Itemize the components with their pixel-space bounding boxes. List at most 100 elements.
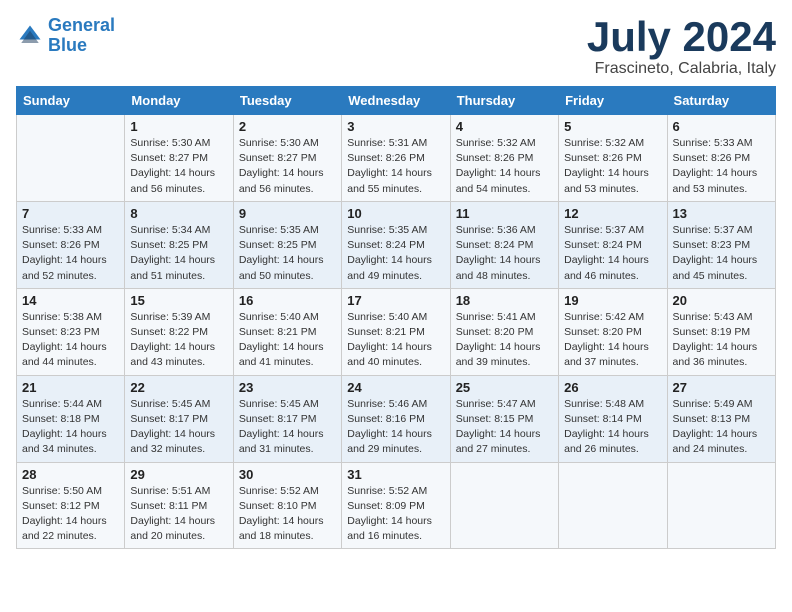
day-number: 18 — [456, 293, 553, 308]
calendar-cell: 7 Sunrise: 5:33 AM Sunset: 8:26 PM Daylig… — [17, 201, 125, 288]
calendar-week-row: 14 Sunrise: 5:38 AM Sunset: 8:23 PM Dayli… — [17, 288, 776, 375]
day-info: Sunrise: 5:49 AM Sunset: 8:13 PM Dayligh… — [673, 397, 770, 458]
day-info: Sunrise: 5:33 AM Sunset: 8:26 PM Dayligh… — [22, 223, 119, 284]
day-number: 6 — [673, 119, 770, 134]
day-number: 14 — [22, 293, 119, 308]
day-number: 2 — [239, 119, 336, 134]
day-number: 9 — [239, 206, 336, 221]
calendar-table: SundayMondayTuesdayWednesdayThursdayFrid… — [16, 86, 776, 549]
day-number: 13 — [673, 206, 770, 221]
day-number: 29 — [130, 467, 227, 482]
day-number: 24 — [347, 380, 444, 395]
calendar-cell: 10 Sunrise: 5:35 AM Sunset: 8:24 PM Dayli… — [342, 201, 450, 288]
calendar-cell: 31 Sunrise: 5:52 AM Sunset: 8:09 PM Dayli… — [342, 462, 450, 549]
weekday-header-cell: Tuesday — [233, 87, 341, 115]
day-info: Sunrise: 5:35 AM Sunset: 8:24 PM Dayligh… — [347, 223, 444, 284]
day-info: Sunrise: 5:44 AM Sunset: 8:18 PM Dayligh… — [22, 397, 119, 458]
calendar-cell: 5 Sunrise: 5:32 AM Sunset: 8:26 PM Daylig… — [559, 115, 667, 202]
day-info: Sunrise: 5:39 AM Sunset: 8:22 PM Dayligh… — [130, 310, 227, 371]
calendar-cell: 29Sunrise: 5:51 AM Sunset: 8:11 PM Dayli… — [125, 462, 233, 549]
day-info: Sunrise: 5:52 AM Sunset: 8:09 PM Dayligh… — [347, 484, 444, 545]
day-number: 10 — [347, 206, 444, 221]
day-number: 5 — [564, 119, 661, 134]
title-block: July 2024 Frascineto, Calabria, Italy — [587, 16, 776, 78]
weekday-header-cell: Saturday — [667, 87, 775, 115]
calendar-week-row: 1Sunrise: 5:30 AM Sunset: 8:27 PM Daylig… — [17, 115, 776, 202]
day-info: Sunrise: 5:52 AM Sunset: 8:10 PM Dayligh… — [239, 484, 336, 545]
day-info: Sunrise: 5:41 AM Sunset: 8:20 PM Dayligh… — [456, 310, 553, 371]
logo-line2: Blue — [48, 35, 87, 55]
day-number: 22 — [130, 380, 227, 395]
day-number: 30 — [239, 467, 336, 482]
logo: General Blue — [16, 16, 115, 56]
calendar-cell: 16 Sunrise: 5:40 AM Sunset: 8:21 PM Dayli… — [233, 288, 341, 375]
day-info: Sunrise: 5:32 AM Sunset: 8:26 PM Dayligh… — [564, 136, 661, 197]
calendar-cell: 18 Sunrise: 5:41 AM Sunset: 8:20 PM Dayli… — [450, 288, 558, 375]
day-info: Sunrise: 5:40 AM Sunset: 8:21 PM Dayligh… — [347, 310, 444, 371]
calendar-cell: 15 Sunrise: 5:39 AM Sunset: 8:22 PM Dayli… — [125, 288, 233, 375]
calendar-cell: 11Sunrise: 5:36 AM Sunset: 8:24 PM Dayli… — [450, 201, 558, 288]
calendar-body: 1Sunrise: 5:30 AM Sunset: 8:27 PM Daylig… — [17, 115, 776, 549]
location: Frascineto, Calabria, Italy — [587, 60, 776, 78]
weekday-header-cell: Monday — [125, 87, 233, 115]
calendar-cell: 12Sunrise: 5:37 AM Sunset: 8:24 PM Dayli… — [559, 201, 667, 288]
calendar-cell: 8 Sunrise: 5:34 AM Sunset: 8:25 PM Daylig… — [125, 201, 233, 288]
day-info: Sunrise: 5:32 AM Sunset: 8:26 PM Dayligh… — [456, 136, 553, 197]
day-number: 8 — [130, 206, 227, 221]
calendar-cell: 9 Sunrise: 5:35 AM Sunset: 8:25 PM Daylig… — [233, 201, 341, 288]
day-number: 19 — [564, 293, 661, 308]
day-info: Sunrise: 5:34 AM Sunset: 8:25 PM Dayligh… — [130, 223, 227, 284]
day-info: Sunrise: 5:45 AM Sunset: 8:17 PM Dayligh… — [130, 397, 227, 458]
calendar-cell: 25Sunrise: 5:47 AM Sunset: 8:15 PM Dayli… — [450, 375, 558, 462]
day-info: Sunrise: 5:38 AM Sunset: 8:23 PM Dayligh… — [22, 310, 119, 371]
calendar-cell: 22 Sunrise: 5:45 AM Sunset: 8:17 PM Dayli… — [125, 375, 233, 462]
weekday-header-cell: Thursday — [450, 87, 558, 115]
day-info: Sunrise: 5:35 AM Sunset: 8:25 PM Dayligh… — [239, 223, 336, 284]
calendar-cell: 2 Sunrise: 5:30 AM Sunset: 8:27 PM Daylig… — [233, 115, 341, 202]
calendar-cell: 13 Sunrise: 5:37 AM Sunset: 8:23 PM Dayli… — [667, 201, 775, 288]
calendar-cell: 27 Sunrise: 5:49 AM Sunset: 8:13 PM Dayli… — [667, 375, 775, 462]
day-info: Sunrise: 5:30 AM Sunset: 8:27 PM Dayligh… — [239, 136, 336, 197]
logo-line1: General — [48, 15, 115, 35]
weekday-header-row: SundayMondayTuesdayWednesdayThursdayFrid… — [17, 87, 776, 115]
calendar-cell: 19 Sunrise: 5:42 AM Sunset: 8:20 PM Dayli… — [559, 288, 667, 375]
calendar-week-row: 28Sunrise: 5:50 AM Sunset: 8:12 PM Dayli… — [17, 462, 776, 549]
day-number: 11 — [456, 206, 553, 221]
calendar-cell — [667, 462, 775, 549]
calendar-week-row: 21 Sunrise: 5:44 AM Sunset: 8:18 PM Dayli… — [17, 375, 776, 462]
day-number: 25 — [456, 380, 553, 395]
day-info: Sunrise: 5:45 AM Sunset: 8:17 PM Dayligh… — [239, 397, 336, 458]
day-number: 7 — [22, 206, 119, 221]
day-info: Sunrise: 5:33 AM Sunset: 8:26 PM Dayligh… — [673, 136, 770, 197]
calendar-cell: 4 Sunrise: 5:32 AM Sunset: 8:26 PM Daylig… — [450, 115, 558, 202]
calendar-cell — [17, 115, 125, 202]
weekday-header-cell: Friday — [559, 87, 667, 115]
day-number: 3 — [347, 119, 444, 134]
calendar-cell: 21 Sunrise: 5:44 AM Sunset: 8:18 PM Dayli… — [17, 375, 125, 462]
day-info: Sunrise: 5:37 AM Sunset: 8:23 PM Dayligh… — [673, 223, 770, 284]
calendar-cell: 3Sunrise: 5:31 AM Sunset: 8:26 PM Daylig… — [342, 115, 450, 202]
day-number: 21 — [22, 380, 119, 395]
logo-text: General Blue — [48, 16, 115, 56]
calendar-cell: 20Sunrise: 5:43 AM Sunset: 8:19 PM Dayli… — [667, 288, 775, 375]
page-header: General Blue July 2024 Frascineto, Calab… — [16, 16, 776, 78]
calendar-cell: 1Sunrise: 5:30 AM Sunset: 8:27 PM Daylig… — [125, 115, 233, 202]
day-info: Sunrise: 5:42 AM Sunset: 8:20 PM Dayligh… — [564, 310, 661, 371]
weekday-header-cell: Wednesday — [342, 87, 450, 115]
calendar-cell: 6 Sunrise: 5:33 AM Sunset: 8:26 PM Daylig… — [667, 115, 775, 202]
day-number: 15 — [130, 293, 227, 308]
day-info: Sunrise: 5:43 AM Sunset: 8:19 PM Dayligh… — [673, 310, 770, 371]
day-number: 31 — [347, 467, 444, 482]
day-number: 4 — [456, 119, 553, 134]
day-number: 16 — [239, 293, 336, 308]
calendar-week-row: 7 Sunrise: 5:33 AM Sunset: 8:26 PM Daylig… — [17, 201, 776, 288]
calendar-cell: 26Sunrise: 5:48 AM Sunset: 8:14 PM Dayli… — [559, 375, 667, 462]
calendar-cell: 28Sunrise: 5:50 AM Sunset: 8:12 PM Dayli… — [17, 462, 125, 549]
calendar-cell: 23Sunrise: 5:45 AM Sunset: 8:17 PM Dayli… — [233, 375, 341, 462]
logo-icon — [16, 22, 44, 50]
day-number: 12 — [564, 206, 661, 221]
day-info: Sunrise: 5:40 AM Sunset: 8:21 PM Dayligh… — [239, 310, 336, 371]
calendar-cell — [450, 462, 558, 549]
calendar-cell — [559, 462, 667, 549]
day-number: 27 — [673, 380, 770, 395]
